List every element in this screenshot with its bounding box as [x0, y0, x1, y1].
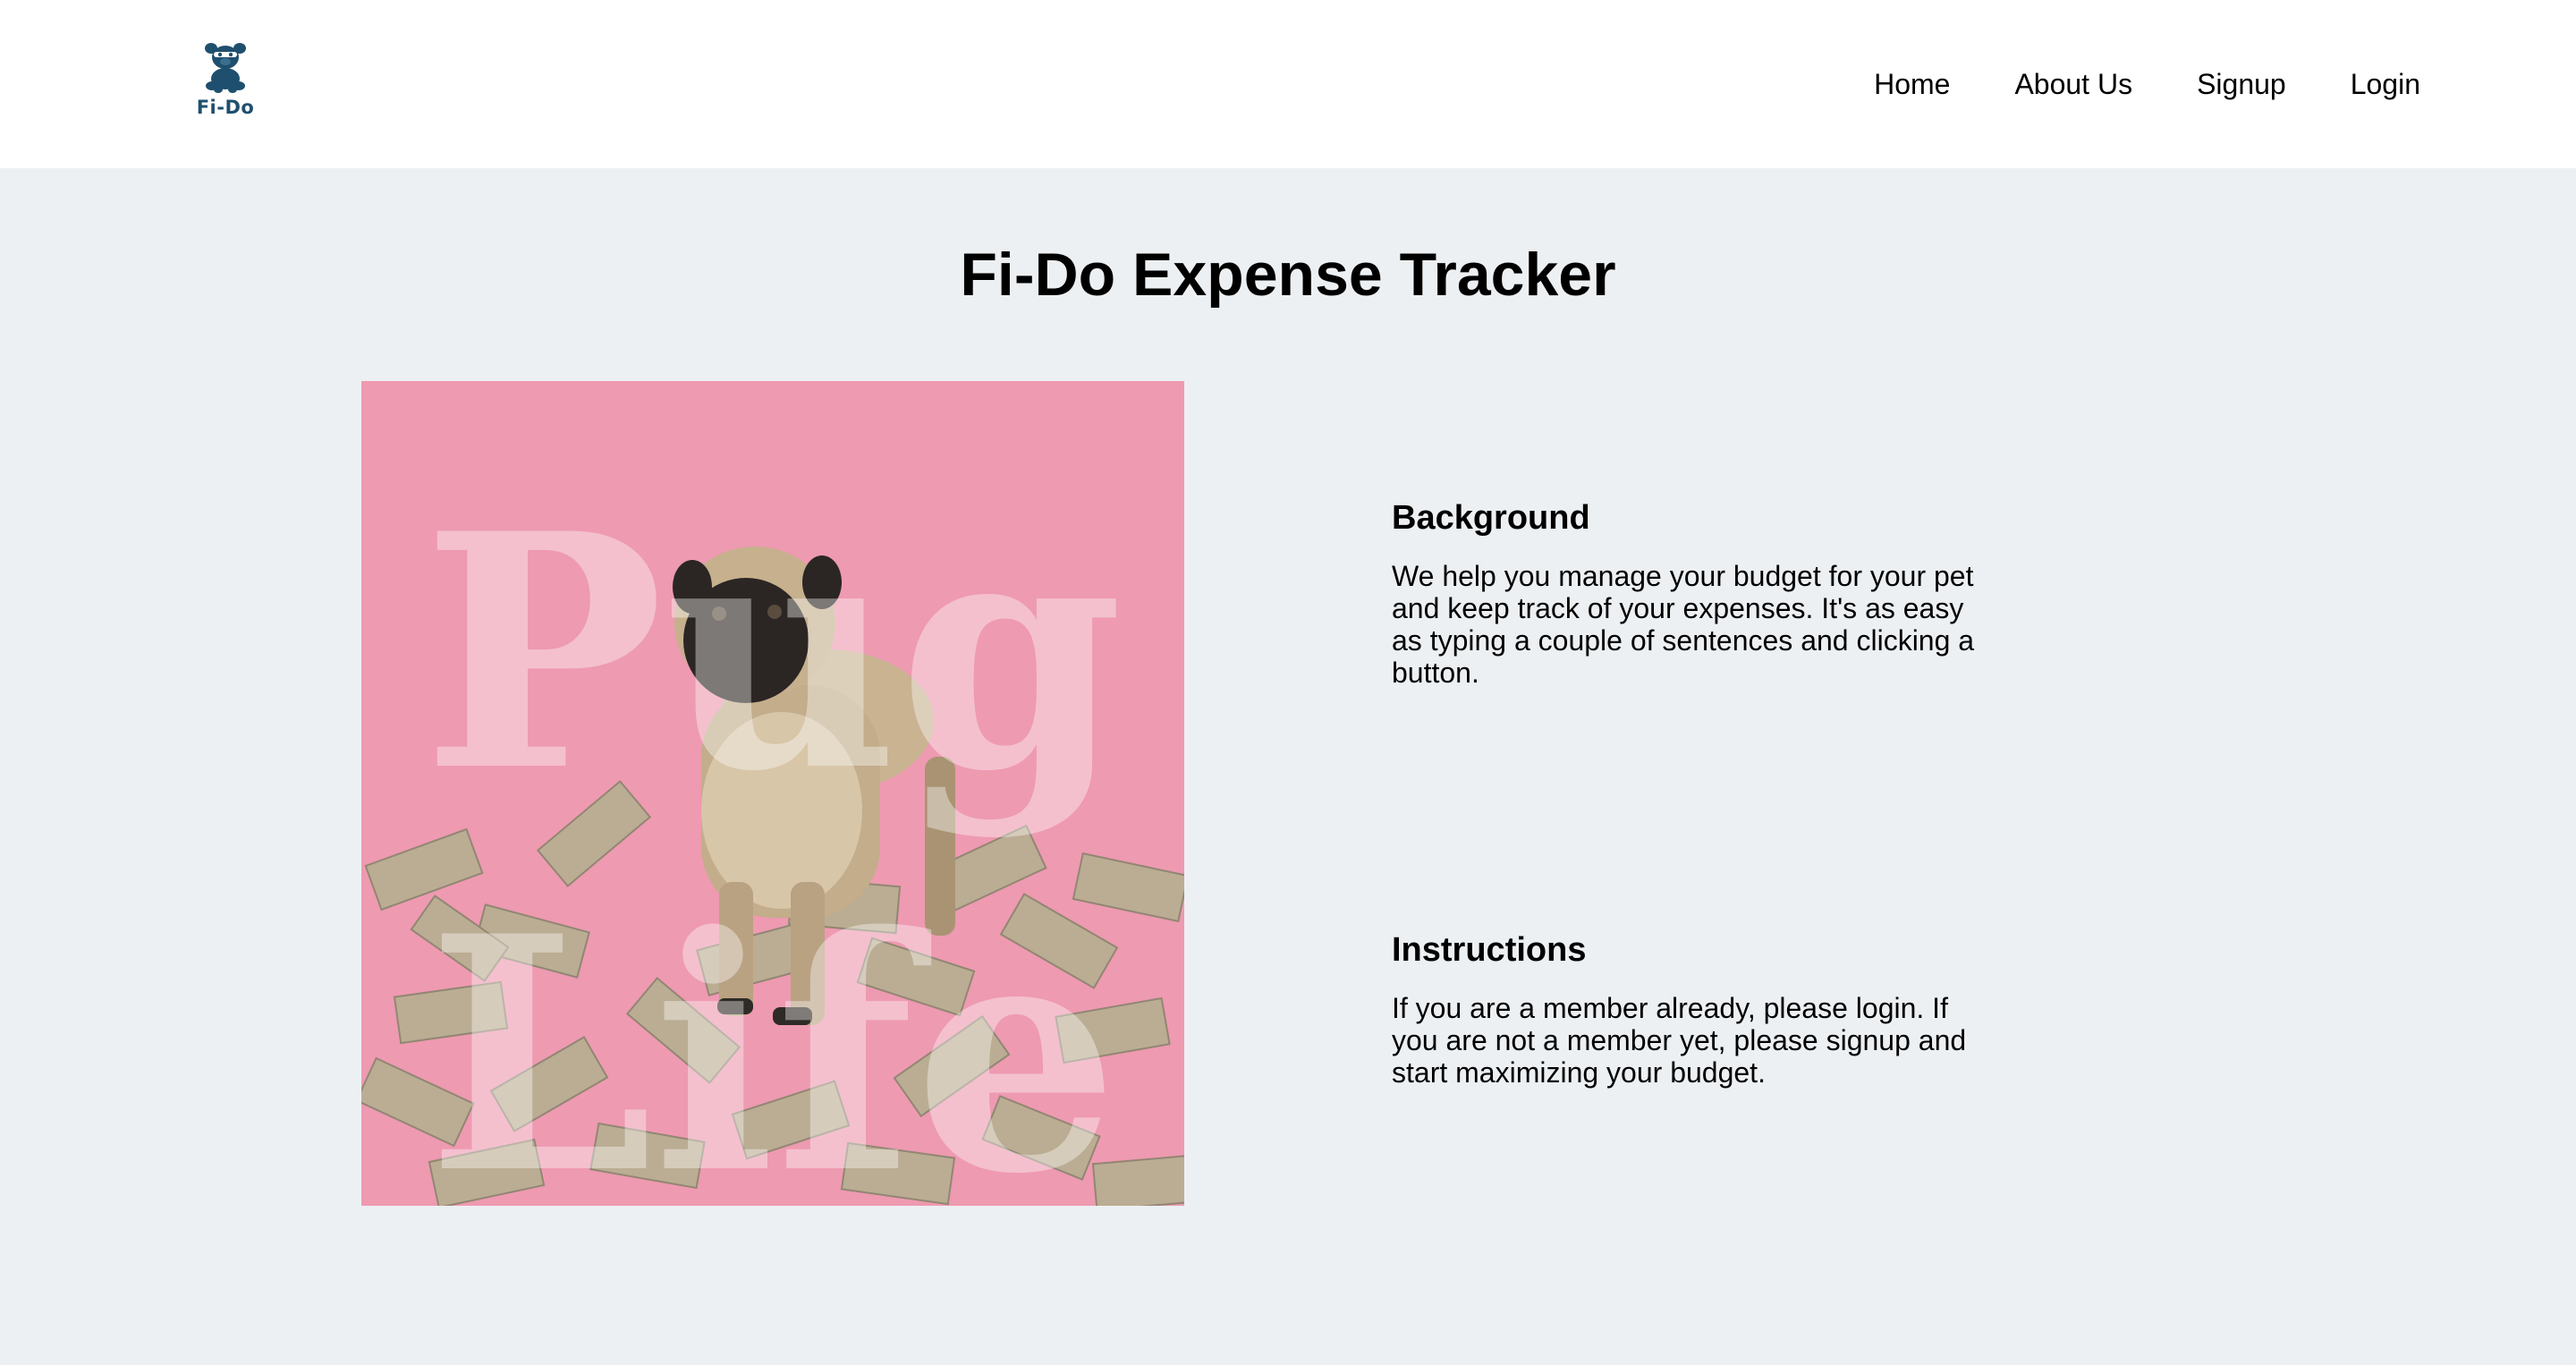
pug-mascot-icon — [205, 43, 246, 93]
main-nav: Home About Us Signup Login — [1874, 64, 2420, 104]
nav-login-link[interactable]: Login — [2351, 64, 2420, 104]
logo-text: Fi-Do — [196, 97, 255, 118]
instructions-heading: Instructions — [1392, 931, 1587, 969]
pug-money-illustration: Pug Life — [361, 381, 1184, 1206]
background-section: Background We help you manage your budge… — [1392, 496, 1982, 689]
site-logo[interactable]: Fi-Do — [190, 39, 261, 129]
nav-home-link[interactable]: Home — [1874, 64, 1950, 104]
page-title: Fi-Do Expense Tracker — [960, 241, 1616, 309]
background-text: We help you manage your budget for your … — [1392, 560, 1975, 689]
background-heading: Background — [1392, 499, 1590, 537]
instructions-text: If you are a member already, please logi… — [1392, 992, 1967, 1089]
overlay-life-text: Life — [427, 866, 1119, 1206]
instructions-section: Instructions If you are a member already… — [1392, 928, 1982, 1089]
overlay-pug-text: Pug — [422, 463, 1123, 842]
nav-signup-link[interactable]: Signup — [2197, 64, 2286, 104]
nav-about-link[interactable]: About Us — [2014, 64, 2132, 104]
navbar: Fi-Do Home About Us Signup Login — [0, 0, 2576, 168]
pug-life-image: Pug Life — [361, 381, 1184, 1206]
